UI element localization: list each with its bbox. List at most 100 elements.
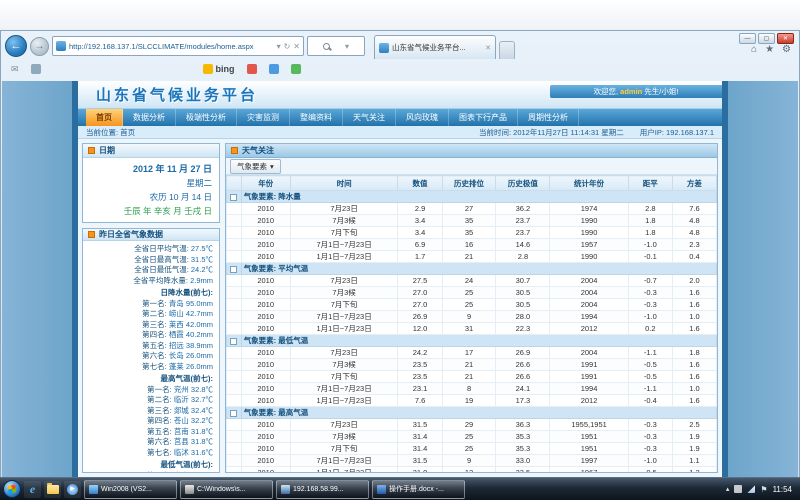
table-row[interactable]: 20107月3候27.02530.52004-0.31.6 [227, 287, 717, 299]
nav-item[interactable]: 首页 [86, 109, 123, 126]
nav-item[interactable]: 周期性分析 [518, 109, 579, 126]
home-icon[interactable]: ⌂ [751, 44, 757, 55]
table-row[interactable]: 20107月1日~7月23日31.5933.01997-1.01.1 [227, 455, 717, 467]
nav-item[interactable]: 整编资料 [290, 109, 343, 126]
table-cell: 7月3候 [290, 359, 398, 371]
nav-item[interactable]: 风向玫瑰 [396, 109, 449, 126]
search-dropdown-icon[interactable]: ▾ [345, 42, 349, 51]
table-row[interactable]: 20101月1日~7月23日31.01233.51967-0.51.2 [227, 467, 717, 473]
page-viewport: 山东省气候业务平台 欢迎您, admin 先生/小姐! 首页数据分析极端性分析灾… [2, 81, 798, 477]
stop-icon[interactable]: ✕ [293, 42, 300, 51]
ime-icon[interactable] [734, 485, 742, 493]
table-cell: 2010 [241, 443, 290, 455]
station-link[interactable]: 郯城 [174, 406, 189, 415]
network-icon[interactable] [747, 485, 755, 493]
station-link[interactable]: 莒南 [174, 427, 189, 436]
table-cell: 1月1日~7月23日 [290, 251, 398, 263]
nav-item[interactable]: 数据分析 [123, 109, 176, 126]
element-filter-button[interactable]: 气象要素 ▾ [230, 159, 281, 174]
table-cell: 28.0 [496, 311, 550, 323]
explorer-folder-icon[interactable] [44, 481, 61, 498]
taskbar-button[interactable]: Win2008 (VS2... [84, 480, 177, 499]
table-row[interactable]: 20107月下旬3.43523.719901.84.8 [227, 227, 717, 239]
search-box[interactable]: ▾ [307, 36, 365, 56]
date-panel-title: 日期 [99, 145, 115, 156]
station-link[interactable]: 泰山 [174, 471, 189, 473]
table-row[interactable]: 20107月下旬23.52126.61991-0.51.6 [227, 371, 717, 383]
table-cell: 30.5 [496, 287, 550, 299]
column-header: 历史排位 [442, 176, 496, 191]
minimize-button[interactable]: — [739, 33, 756, 44]
table-row[interactable]: 20101月1日~7月23日12.03122.320120.21.6 [227, 323, 717, 335]
station-link[interactable]: 崂山 [169, 309, 184, 318]
start-button[interactable] [3, 480, 21, 498]
table-row[interactable]: 20107月23日31.52936.31955,1951-0.32.5 [227, 419, 717, 431]
refresh-icon[interactable]: ↻ [284, 42, 291, 51]
nav-item[interactable]: 天气关注 [343, 109, 396, 126]
hidden-icons-arrow[interactable]: ▴ [726, 485, 730, 493]
taskbar-button[interactable]: 192.168.58.99... [276, 480, 369, 499]
station-link[interactable]: 招远 [169, 341, 184, 350]
table-row[interactable]: 20101月1日~7月23日1.7212.81990-0.10.4 [227, 251, 717, 263]
station-link[interactable]: 莒县 [174, 437, 189, 446]
maximize-button[interactable]: ▢ [758, 33, 775, 44]
mail-icon[interactable]: ✉ [11, 64, 19, 75]
action-center-flag-icon[interactable]: ⚑ [760, 485, 767, 494]
station-link[interactable]: 长岛 [169, 351, 184, 360]
toolbar-icon-green[interactable] [291, 64, 301, 74]
station-link[interactable]: 蓬莱 [169, 362, 184, 371]
table-row[interactable]: 20107月1日~7月23日6.91614.61957-1.02.3 [227, 239, 717, 251]
media-player-icon[interactable]: ▶ [64, 481, 81, 498]
station-link[interactable]: 栖霞 [169, 330, 184, 339]
table-row[interactable]: 20107月3候3.43523.719901.84.8 [227, 215, 717, 227]
table-cell: 1951 [550, 431, 628, 443]
url-text[interactable]: http://192.168.137.1/SLCCLIMATE/modules/… [69, 42, 274, 51]
browser-tab[interactable]: 山东省气候业务平台... ✕ [374, 35, 496, 59]
section-checkbox[interactable] [230, 338, 237, 345]
taskbar-clock[interactable]: 11:54 [773, 485, 792, 494]
table-row[interactable]: 20107月1日~7月23日26.9928.01994-1.01.0 [227, 311, 717, 323]
favorites-icon[interactable]: ★ [765, 44, 774, 55]
bing-toolbar[interactable]: bing [203, 64, 235, 74]
address-bar[interactable]: http://192.168.137.1/SLCCLIMATE/modules/… [52, 36, 304, 56]
station-link[interactable]: 莱西 [169, 320, 184, 329]
nav-item[interactable]: 灾害监测 [237, 109, 290, 126]
station-link[interactable]: 苍山 [174, 416, 189, 425]
table-row[interactable]: 20107月23日2.92736.219742.87.6 [227, 203, 717, 215]
send-icon[interactable] [31, 64, 41, 74]
section-checkbox[interactable] [230, 410, 237, 417]
section-checkbox[interactable] [230, 194, 237, 201]
settings-icon[interactable]: ⚙ [782, 44, 791, 55]
table-cell: 25 [442, 431, 496, 443]
table-row[interactable]: 20107月下旬27.02530.52004-0.31.6 [227, 299, 717, 311]
table-row[interactable]: 20107月23日24.21726.92004-1.11.8 [227, 347, 717, 359]
back-button[interactable]: ← [5, 35, 27, 57]
section-checkbox[interactable] [230, 266, 237, 273]
table-row[interactable]: 20107月3候31.42535.31951-0.31.9 [227, 431, 717, 443]
taskbar-button[interactable]: C:\Windows\s... [180, 480, 273, 499]
station-link[interactable]: 青岛 [169, 299, 184, 308]
station-link[interactable]: 临沂 [174, 395, 189, 404]
nav-item[interactable]: 图表下行产品 [449, 109, 518, 126]
table-row[interactable]: 20107月23日27.52430.72004-0.72.0 [227, 275, 717, 287]
tab-close-icon[interactable]: ✕ [485, 44, 491, 52]
table-row[interactable]: 20101月1日~7月23日7.61917.32012-0.41.6 [227, 395, 717, 407]
close-button[interactable]: ✕ [777, 33, 794, 44]
table-row[interactable]: 20107月下旬31.42535.31951-0.31.9 [227, 443, 717, 455]
toolbar-icon-blue[interactable] [269, 64, 279, 74]
table-row[interactable]: 20107月1日~7月23日23.1824.11994-1.11.0 [227, 383, 717, 395]
rank-value: 40.2mm [184, 330, 213, 339]
rank-value: 38.9mm [184, 341, 213, 350]
url-dropdown-icon[interactable]: ▾ [277, 42, 281, 51]
toolbar-icon-red[interactable] [247, 64, 257, 74]
welcome-bar: 欢迎您, admin 先生/小姐! [550, 85, 722, 98]
forward-button[interactable]: → [30, 37, 49, 56]
table-cell: 1月1日~7月23日 [290, 395, 398, 407]
station-link[interactable]: 兖州 [174, 385, 189, 394]
nav-item[interactable]: 极端性分析 [176, 109, 237, 126]
internet-explorer-icon[interactable]: e [24, 481, 41, 498]
taskbar-button[interactable]: 操作手册.docx -... [372, 480, 465, 499]
table-row[interactable]: 20107月3候23.52126.61991-0.51.6 [227, 359, 717, 371]
station-link[interactable]: 临沭 [174, 448, 189, 457]
new-tab-button[interactable] [499, 41, 515, 59]
